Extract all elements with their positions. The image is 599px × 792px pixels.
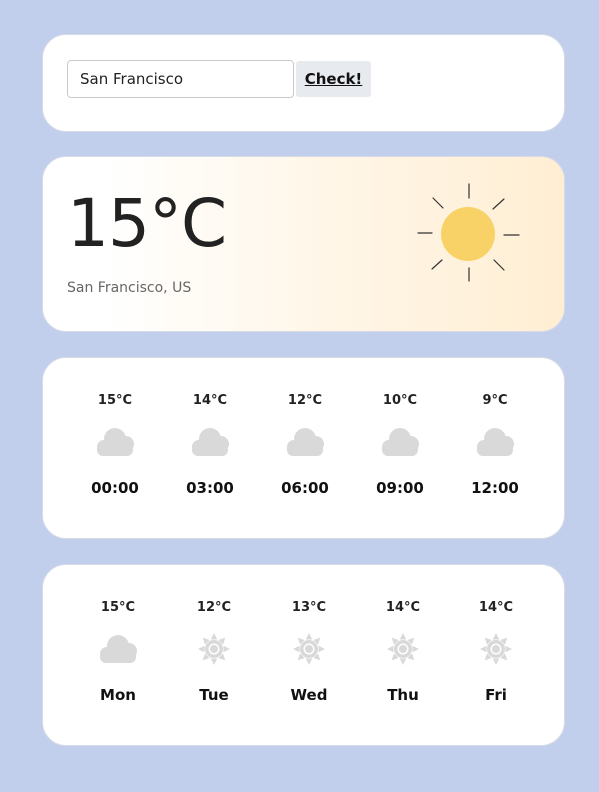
daily-item: 14°C Fri <box>456 565 536 745</box>
daily-temperature: 14°C <box>385 600 421 615</box>
current-location: San Francisco, US <box>67 280 192 296</box>
cloud-icon <box>93 422 137 462</box>
daily-temperature: 15°C <box>100 600 136 615</box>
sun-icon <box>381 629 425 669</box>
hourly-item: 14°C 03:00 <box>170 358 250 538</box>
hourly-forecast-card: 15°C 00:00 14°C 03:00 12°C 06:00 10°C 09:00 9°C 1… <box>42 357 565 539</box>
daily-day: Fri <box>485 686 507 704</box>
sun-icon <box>287 629 331 669</box>
hourly-temperature: 10°C <box>382 393 418 408</box>
sun-icon <box>417 183 520 282</box>
daily-item: 12°C Tue <box>174 565 254 745</box>
hourly-temperature: 12°C <box>287 393 323 408</box>
hourly-item: 15°C 00:00 <box>75 358 155 538</box>
hourly-item: 10°C 09:00 <box>360 358 440 538</box>
hourly-time: 00:00 <box>91 479 139 497</box>
daily-day: Wed <box>290 686 328 704</box>
city-search-input[interactable] <box>67 60 294 98</box>
daily-item: 14°C Thu <box>363 565 443 745</box>
hourly-temperature: 15°C <box>97 393 133 408</box>
cloud-icon <box>96 629 140 669</box>
daily-temperature: 12°C <box>196 600 232 615</box>
cloud-icon <box>378 422 422 462</box>
daily-item: 13°C Wed <box>269 565 349 745</box>
daily-temperature: 13°C <box>291 600 327 615</box>
hourly-item: 12°C 06:00 <box>265 358 345 538</box>
hourly-temperature: 9°C <box>482 393 508 408</box>
daily-temperature: 14°C <box>478 600 514 615</box>
daily-item: 15°C Mon <box>78 565 158 745</box>
daily-forecast-card: 15°C Mon 12°C Tue 13°C Wed 14°C Thu 14°C Fri <box>42 564 565 746</box>
hourly-item: 9°C 12:00 <box>455 358 535 538</box>
hourly-time: 03:00 <box>186 479 234 497</box>
search-card: Check! <box>42 34 565 132</box>
hourly-time: 12:00 <box>471 479 519 497</box>
daily-day: Thu <box>387 686 419 704</box>
daily-day: Tue <box>199 686 229 704</box>
sun-icon <box>192 629 236 669</box>
hourly-temperature: 14°C <box>192 393 228 408</box>
cloud-icon <box>283 422 327 462</box>
check-button[interactable]: Check! <box>296 61 371 97</box>
sun-icon <box>474 629 518 669</box>
current-weather-card: 15°C San Francisco, US <box>42 156 565 332</box>
hourly-time: 09:00 <box>376 479 424 497</box>
daily-day: Mon <box>100 686 136 704</box>
current-temperature: 15°C <box>67 185 227 262</box>
hourly-time: 06:00 <box>281 479 329 497</box>
cloud-icon <box>188 422 232 462</box>
cloud-icon <box>473 422 517 462</box>
